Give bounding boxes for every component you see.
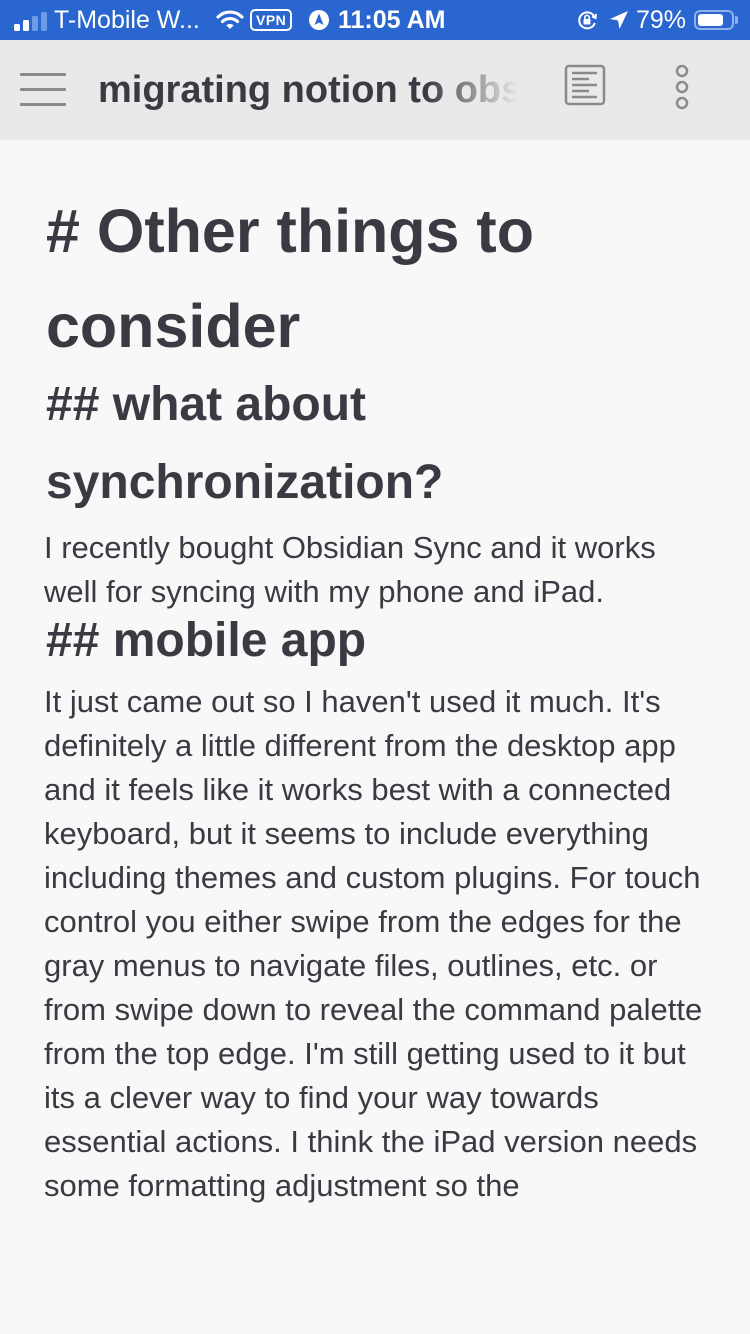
vpn-icon: VPN <box>250 0 293 40</box>
note-title[interactable]: migrating notion to obsidian <box>98 64 518 116</box>
battery-icon <box>694 0 738 40</box>
signal-icon <box>14 0 47 40</box>
paragraph-synchronization: I recently bought Obsidian Sync and it w… <box>44 530 656 609</box>
status-bar: T-Mobile W... VPN 11:05 AM 79% <box>0 0 750 40</box>
wifi-icon <box>216 0 244 40</box>
heading-2-synchronization: ## what about synchronization? <box>46 378 444 509</box>
carrier-name: T-Mobile W... <box>54 5 200 34</box>
location-arrow-icon <box>608 0 630 40</box>
note-content[interactable]: # Other things to consider ## what about… <box>0 140 750 1334</box>
clock: 11:05 AM <box>338 5 446 34</box>
navigation-app-icon <box>308 0 330 40</box>
hamburger-menu-icon[interactable] <box>20 73 68 107</box>
rotation-lock-icon <box>576 0 598 40</box>
heading-1: # Other things to consider <box>46 197 534 360</box>
vpn-label: VPN <box>250 9 293 31</box>
battery-percent: 79% <box>636 5 687 34</box>
more-options-vertical-icon[interactable] <box>668 64 696 110</box>
paragraph-mobile-app: It just came out so I haven't used it mu… <box>44 684 703 1203</box>
app-bar: migrating notion to obsidian <box>0 40 750 140</box>
reading-view-icon[interactable] <box>564 64 606 106</box>
